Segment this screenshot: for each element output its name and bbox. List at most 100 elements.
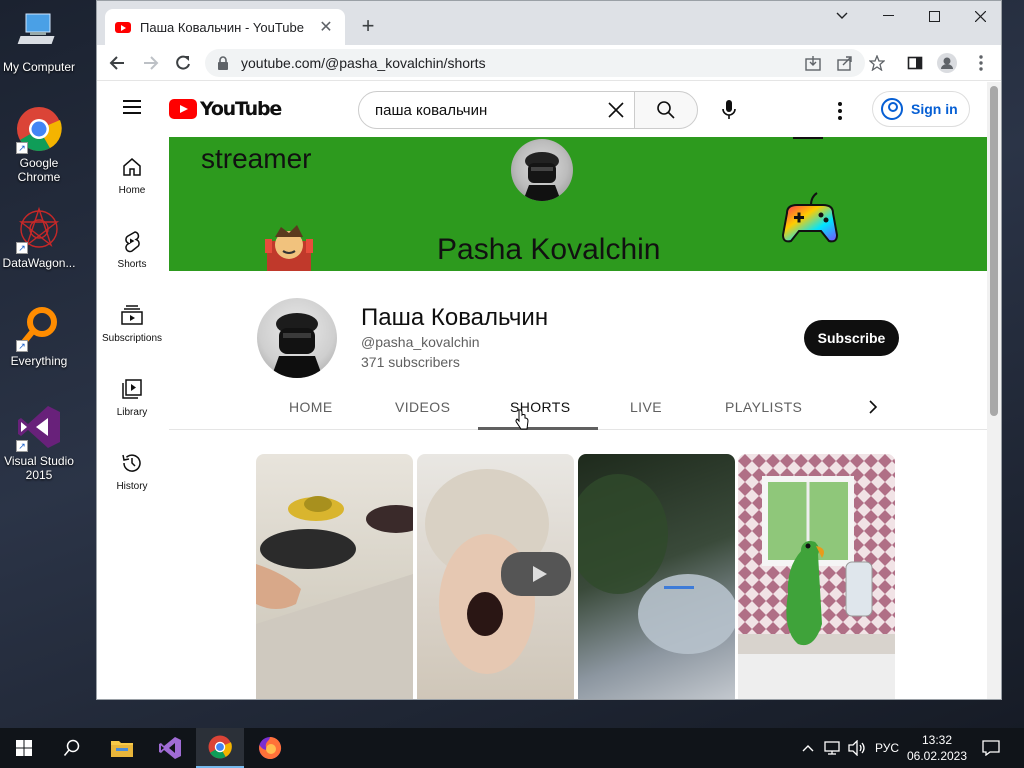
tab-home[interactable]: HOME — [289, 399, 333, 415]
tray-chevron-icon[interactable] — [802, 728, 814, 768]
shortcut-arrow-icon: ↗ — [16, 340, 28, 352]
close-window-button[interactable] — [957, 1, 1001, 31]
sign-in-button[interactable]: Sign in — [872, 91, 970, 127]
clock-time: 13:32 — [921, 733, 953, 747]
shortcut-arrow-icon: ↗ — [16, 242, 28, 254]
youtube-logo[interactable]: YouTube — [169, 98, 282, 120]
taskbar-firefox[interactable] — [246, 728, 294, 768]
chrome-window: Паша Ковальчин - YouTube ✕ + youtube.com… — [96, 0, 1002, 700]
system-clock[interactable]: 13:32 06.02.2023 — [904, 732, 970, 764]
short-thumbnail[interactable] — [417, 454, 574, 699]
taskbar-visual-studio[interactable] — [146, 728, 194, 768]
guide-item-shorts[interactable]: Shorts — [97, 211, 167, 285]
youtube-header: YouTube паша ковальчин Sign in — [97, 82, 1001, 137]
guide-item-subscriptions[interactable]: Subscriptions — [97, 285, 167, 359]
chevron-right-icon[interactable] — [863, 397, 883, 417]
tab-title: Паша Ковальчин - YouTube — [140, 19, 304, 35]
taskbar-search-button[interactable] — [48, 728, 96, 768]
settings-kebab-icon[interactable] — [825, 96, 855, 126]
datawagon-icon: ↗ — [16, 206, 62, 254]
guide-item-home[interactable]: Home — [97, 137, 167, 211]
desktop-icon-google-chrome[interactable]: ↗ Google Chrome — [0, 106, 78, 184]
tab-videos[interactable]: VIDEOS — [395, 399, 450, 415]
sign-in-label: Sign in — [911, 101, 958, 117]
banner-text-name: Pasha Kovalchin — [437, 233, 661, 266]
guide-item-library[interactable]: Library — [97, 359, 167, 433]
share-icon[interactable] — [833, 51, 857, 75]
computer-icon — [16, 10, 62, 56]
folder-icon — [111, 741, 133, 757]
subscriber-count: 371 subscribers — [361, 354, 460, 370]
network-icon[interactable] — [824, 728, 842, 768]
desktop-icon-visual-studio[interactable]: ↗ Visual Studio 2015 — [0, 404, 78, 482]
taskbar: РУС 13:32 06.02.2023 — [0, 728, 1024, 768]
search-button[interactable] — [634, 91, 698, 129]
desktop-icon-label: My Computer — [2, 60, 76, 74]
desktop-icon-everything[interactable]: ↗ Everything — [0, 304, 78, 368]
scrollbar-thumb[interactable] — [990, 86, 998, 416]
guide-item-label: Shorts — [117, 259, 147, 270]
tab-playlists[interactable]: PLAYLISTS — [725, 399, 802, 415]
desktop-icon-label: Visual Studio 2015 — [4, 454, 74, 482]
browser-tab[interactable]: Паша Ковальчин - YouTube ✕ — [105, 9, 345, 45]
voice-search-button[interactable] — [711, 92, 747, 128]
desktop-icon-datawagon[interactable]: ↗ DataWagon... — [0, 206, 78, 270]
maximize-button[interactable] — [911, 1, 957, 31]
tab-close-icon[interactable]: ✕ — [317, 17, 335, 37]
guide-sidebar: Home Shorts Subscriptions Library Histor… — [97, 137, 167, 507]
tab-search-chevron-icon[interactable] — [819, 1, 865, 31]
new-tab-button[interactable]: + — [355, 13, 381, 39]
notifications-icon[interactable] — [982, 728, 1000, 768]
side-panel-icon[interactable] — [903, 51, 927, 75]
short-thumbnail[interactable] — [256, 454, 413, 699]
minimize-button[interactable] — [865, 1, 911, 31]
microphone-icon — [722, 100, 736, 119]
start-button[interactable] — [0, 728, 48, 768]
chrome-menu-icon[interactable] — [969, 51, 993, 75]
banner-partial-shape — [793, 137, 823, 139]
banner-cartoon-avatar — [261, 223, 317, 271]
address-bar[interactable]: youtube.com/@pasha_kovalchin/shorts — [205, 49, 865, 77]
guide-item-history[interactable]: History — [97, 433, 167, 507]
gamepad-icon — [777, 187, 843, 253]
back-arrow-icon[interactable] — [105, 51, 129, 75]
hamburger-menu-icon[interactable] — [123, 100, 141, 114]
page-scrollbar[interactable] — [987, 82, 1001, 699]
search-input[interactable]: паша ковальчин — [358, 91, 635, 129]
subscribe-button[interactable]: Subscribe — [804, 320, 899, 356]
guide-item-label: Library — [116, 407, 148, 418]
chrome-icon — [208, 735, 232, 759]
clear-search-icon[interactable] — [606, 100, 626, 120]
tab-live[interactable]: LIVE — [630, 399, 662, 415]
profile-avatar-icon[interactable] — [935, 51, 959, 75]
forward-arrow-icon[interactable] — [139, 51, 163, 75]
search-icon — [657, 101, 675, 119]
browser-toolbar: youtube.com/@pasha_kovalchin/shorts — [97, 45, 1001, 81]
home-icon — [120, 155, 144, 179]
taskbar-file-explorer[interactable] — [98, 728, 146, 768]
reload-icon[interactable] — [171, 51, 195, 75]
everything-search-icon: ↗ — [16, 304, 62, 352]
taskbar-chrome[interactable] — [196, 728, 244, 768]
short-thumbnail[interactable] — [578, 454, 735, 699]
youtube-favicon-icon — [115, 21, 131, 33]
channel-avatar[interactable] — [257, 298, 337, 378]
youtube-play-logo-icon — [169, 99, 197, 119]
shorts-icon — [120, 229, 144, 253]
banner-avatar — [511, 139, 573, 201]
guide-item-label: History — [116, 481, 148, 492]
desktop-icon-my-computer[interactable]: My Computer — [0, 10, 78, 74]
search-icon — [63, 739, 80, 756]
mouse-pointer-icon — [515, 409, 529, 430]
channel-name: Паша Ковальчин — [361, 304, 549, 331]
shortcut-arrow-icon: ↗ — [16, 440, 28, 452]
history-icon — [120, 451, 144, 475]
address-bar-url: youtube.com/@pasha_kovalchin/shorts — [241, 55, 486, 71]
short-thumbnail[interactable] — [738, 454, 895, 699]
visual-studio-icon: ↗ — [16, 404, 62, 452]
bookmark-star-icon[interactable] — [865, 51, 889, 75]
volume-icon[interactable] — [848, 728, 866, 768]
install-app-icon[interactable] — [801, 51, 825, 75]
desktop-icon-label: Google Chrome — [17, 156, 61, 184]
input-language[interactable]: РУС — [875, 728, 899, 768]
